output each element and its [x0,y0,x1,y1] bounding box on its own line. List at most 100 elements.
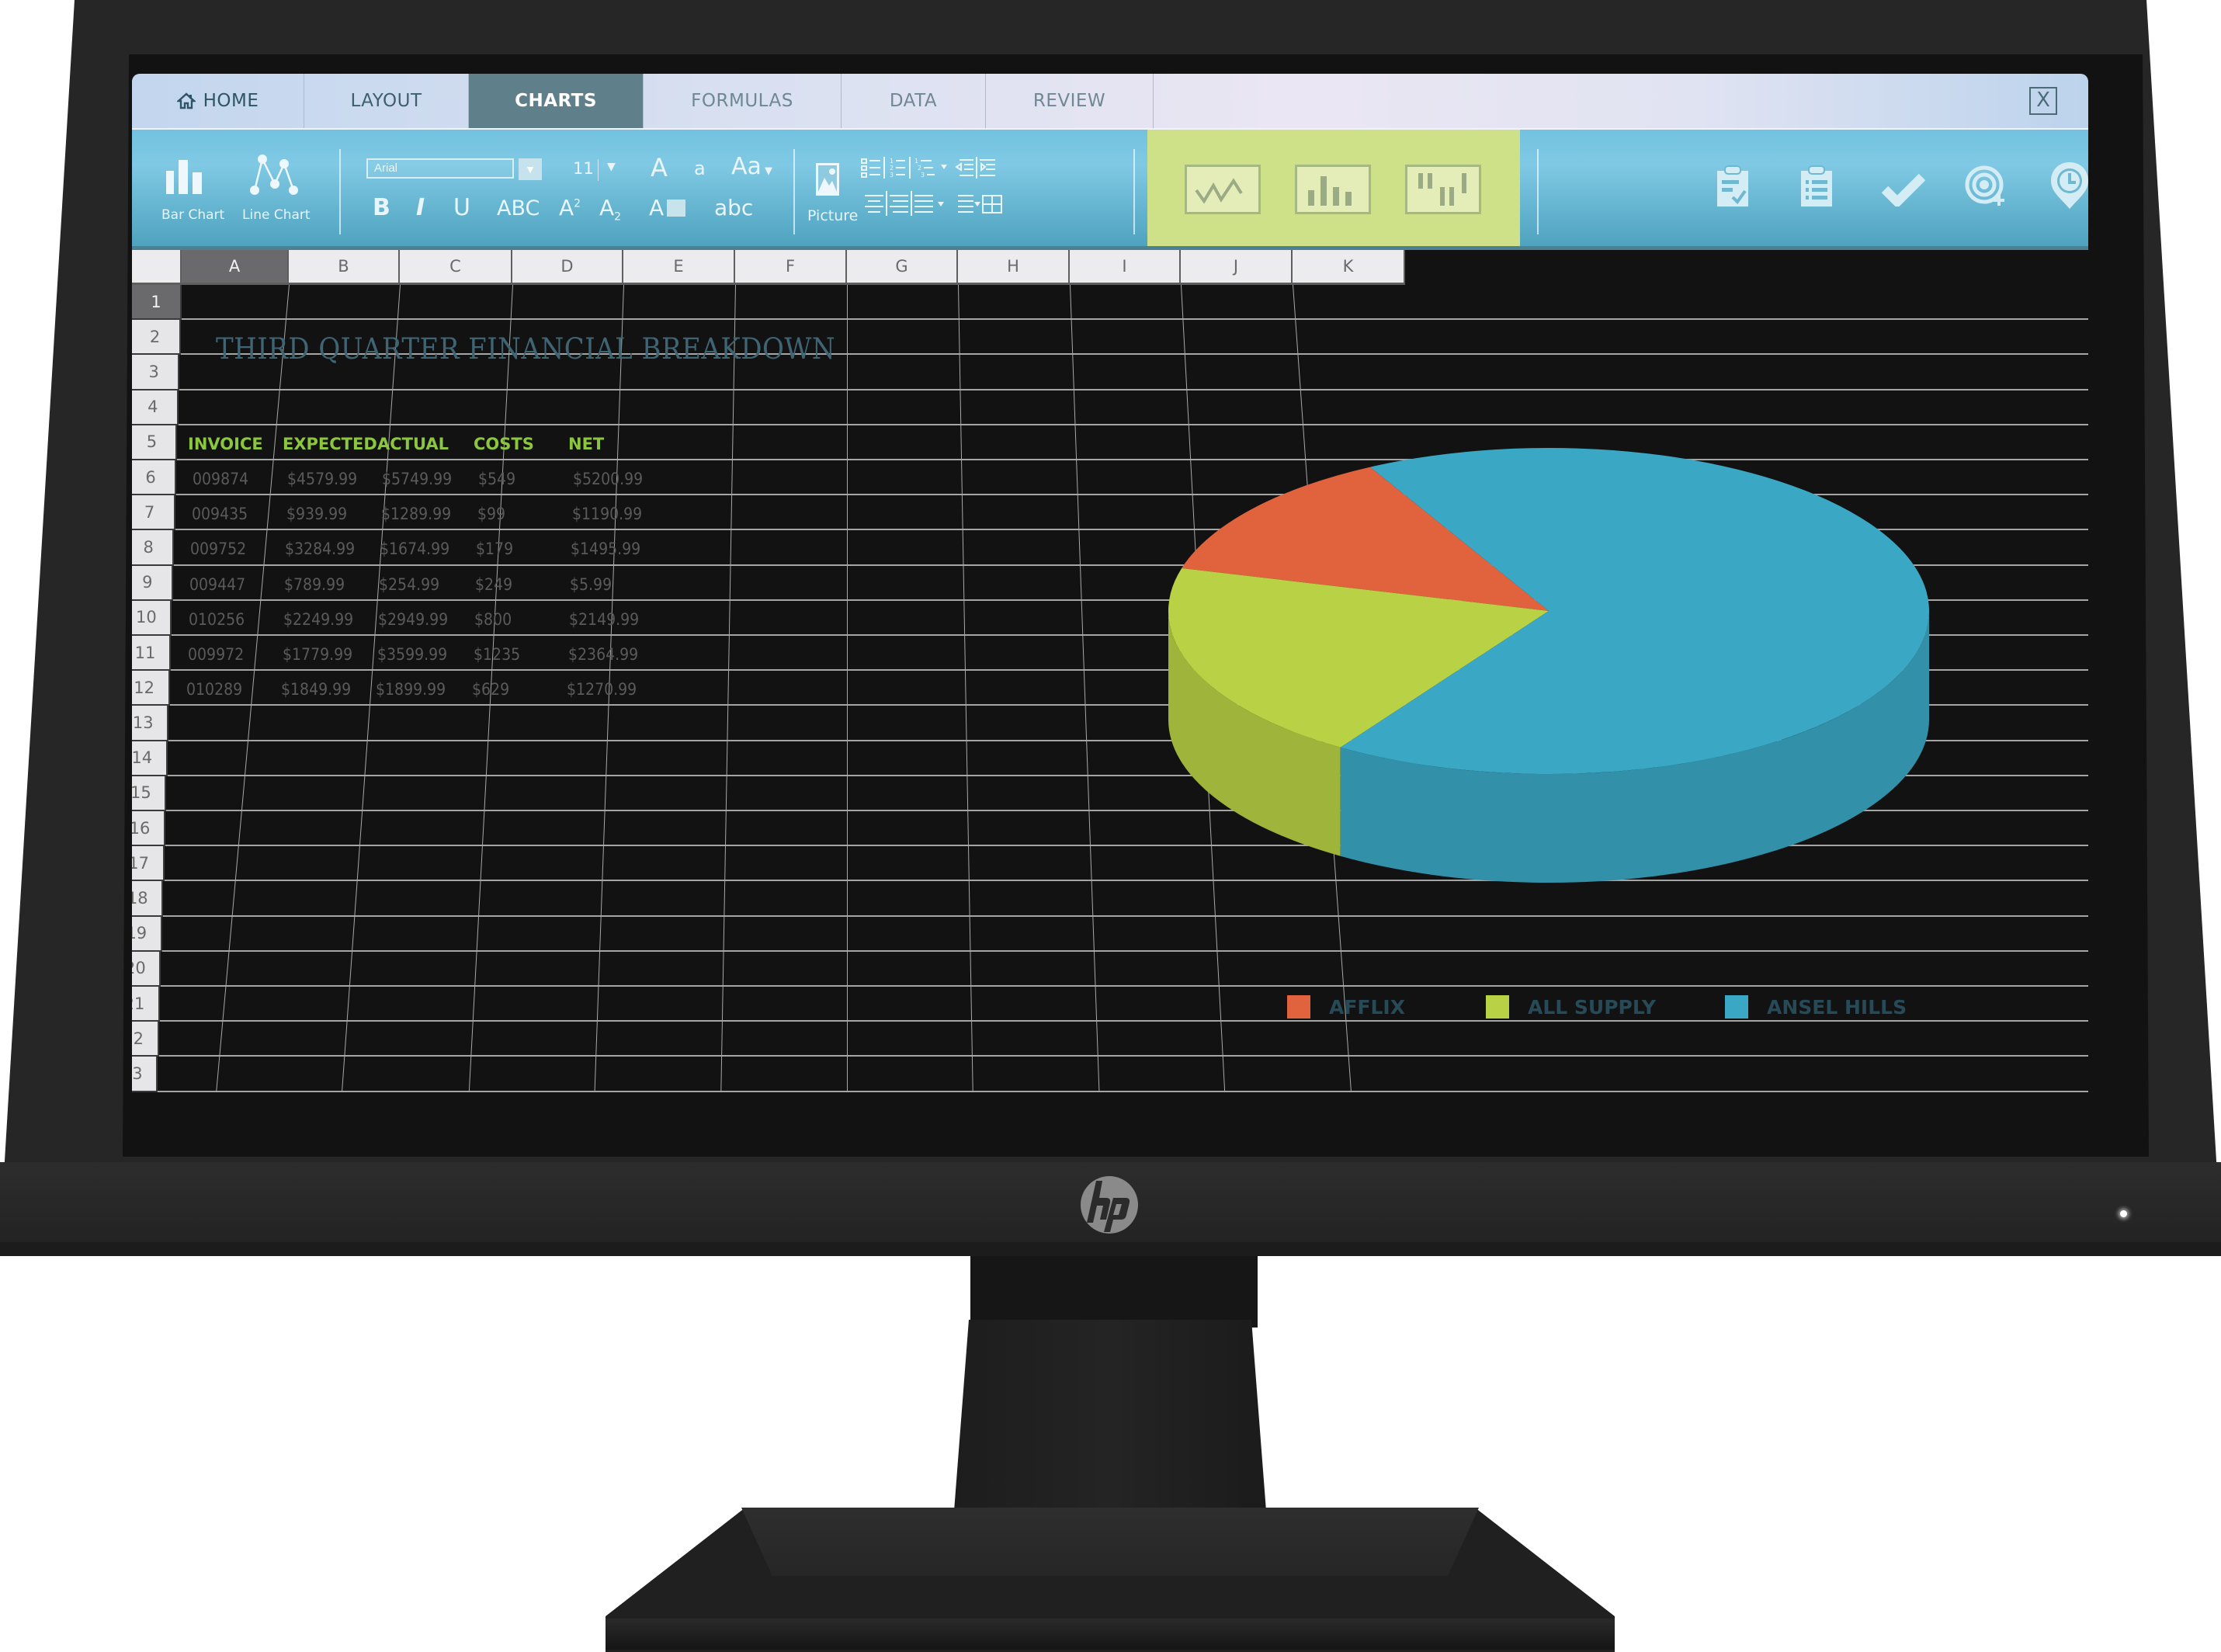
table-cell[interactable]: $2149.99 [569,610,639,629]
column-header-b[interactable]: B [289,250,400,285]
row-header-20[interactable]: 20 [132,951,161,987]
change-case-button[interactable]: Aa ▼ [731,153,772,180]
column-header-g[interactable]: G [847,250,958,285]
tab-home[interactable]: HOME [132,74,304,128]
bar-chart-icon[interactable] [163,157,210,196]
column-header-f[interactable]: F [735,250,847,285]
italic-button[interactable]: I [416,194,425,221]
row-header-17[interactable]: 17 [132,846,165,882]
table-cell[interactable]: $1190.99 [572,505,642,523]
font-size-dropdown[interactable]: ▼ [607,161,616,173]
table-cell[interactable]: $5200.99 [573,470,643,488]
clipboard-list-icon[interactable] [1799,165,1834,208]
row-header-9[interactable]: 9 [132,565,173,601]
select-all-corner[interactable] [132,250,182,285]
table-cell[interactable]: $254.99 [379,575,439,594]
row-header-18[interactable]: 18 [132,881,164,917]
spell-check-button[interactable]: abc [714,195,753,220]
subscript-button[interactable]: A2 [599,195,621,224]
column-header-i[interactable]: I [1070,250,1181,285]
row-header-5[interactable]: 5 [132,425,178,460]
table-cell[interactable]: $99 [477,505,505,523]
table-cell[interactable]: $4579.99 [287,470,357,488]
row-header-1[interactable]: 1 [132,285,182,321]
sheet-title[interactable]: THIRD QUARTER FINANCIAL BREAKDOWN [216,332,835,366]
underline-button[interactable]: U [453,194,470,221]
tab-formulas[interactable]: FORMULAS [644,74,842,128]
stock-chart-type-button[interactable] [1405,165,1481,214]
row-header-11[interactable]: 11 [132,636,171,672]
picture-label[interactable]: Picture [807,207,858,224]
row-header-22[interactable]: 22 [132,1022,159,1057]
column-chart-type-button[interactable] [1295,165,1371,214]
row-header-2[interactable]: 2 [132,320,181,356]
legend-item[interactable]: ALL SUPPLY [1486,995,1656,1019]
bold-button[interactable]: B [373,194,390,221]
checkmark-icon[interactable] [1880,172,1927,206]
table-cell[interactable]: $1270.99 [567,680,637,699]
table-cell[interactable]: 009447 [189,575,245,594]
table-cell[interactable]: 009435 [192,505,248,523]
table-cell[interactable]: $1674.99 [380,540,449,558]
table-cell[interactable]: $1289.99 [381,505,451,523]
table-header-invoice[interactable]: INVOICE [188,435,263,453]
column-header-k[interactable]: K [1293,250,1405,285]
table-cell[interactable]: 010289 [186,680,242,699]
column-header-e[interactable]: E [623,250,735,285]
table-cell[interactable]: $3599.99 [377,645,447,664]
font-color-button[interactable]: A [649,195,686,220]
column-header-a[interactable]: A [182,250,289,285]
clock-pin-icon[interactable] [2049,161,2088,210]
legend-item[interactable]: AFFLIX [1287,995,1405,1019]
table-header-net[interactable]: NET [568,435,604,453]
table-cell[interactable]: $1495.99 [571,540,640,558]
table-cell[interactable]: $1235 [474,645,520,664]
table-cell[interactable]: $1899.99 [376,680,446,699]
table-cell[interactable]: $939.99 [286,505,347,523]
table-cell[interactable]: 009972 [188,645,244,664]
row-header-19[interactable]: 19 [132,916,162,952]
table-cell[interactable]: $1849.99 [281,680,351,699]
table-cell[interactable]: $2249.99 [283,610,353,629]
font-dropdown-button[interactable]: ▼ [519,158,542,180]
table-header-expected[interactable]: EXPECTED [283,435,377,453]
table-cell[interactable]: $179 [476,540,513,558]
picture-icon[interactable] [815,162,840,196]
row-header-23[interactable]: 23 [132,1057,158,1092]
line-chart-type-button[interactable] [1185,165,1261,214]
line-chart-label[interactable]: Line Chart [242,207,311,223]
table-cell[interactable]: $549 [478,470,515,488]
table-cell[interactable]: 009752 [190,540,246,558]
tab-layout[interactable]: LAYOUT [304,74,469,128]
table-cell[interactable]: $3284.99 [285,540,355,558]
target-add-icon[interactable] [1964,165,2008,208]
column-header-d[interactable]: D [512,250,623,285]
row-header-16[interactable]: 16 [132,811,165,847]
strikethrough-button[interactable]: ABC [497,196,540,220]
row-header-12[interactable]: 12 [132,671,170,706]
row-header-10[interactable]: 10 [132,600,172,636]
row-header-15[interactable]: 15 [132,776,167,811]
row-header-8[interactable]: 8 [132,530,175,566]
table-cell[interactable]: $629 [472,680,509,699]
row-header-21[interactable]: 21 [132,987,160,1022]
table-cell[interactable]: $1779.99 [283,645,352,664]
table-cell[interactable]: $5.99 [570,575,612,594]
legend-item[interactable]: ANSEL HILLS [1725,995,1907,1019]
tab-charts[interactable]: CHARTS [469,74,644,128]
column-header-j[interactable]: J [1181,250,1293,285]
clipboard-check-icon[interactable] [1716,165,1750,208]
table-header-actual[interactable]: ACTUAL [377,435,449,453]
table-header-costs[interactable]: COSTS [474,435,534,453]
pie-chart[interactable] [1141,328,1995,949]
table-cell[interactable]: $2949.99 [378,610,448,629]
font-size-field[interactable]: 11 [573,159,594,178]
line-chart-icon[interactable] [247,153,301,198]
superscript-button[interactable]: A2 [559,195,581,220]
column-header-c[interactable]: C [400,250,512,285]
table-cell[interactable]: 009874 [193,470,248,488]
close-button[interactable]: X [2029,87,2057,115]
row-header-13[interactable]: 13 [132,706,169,741]
table-cell[interactable]: $789.99 [284,575,345,594]
tab-data[interactable]: DATA [842,74,986,128]
